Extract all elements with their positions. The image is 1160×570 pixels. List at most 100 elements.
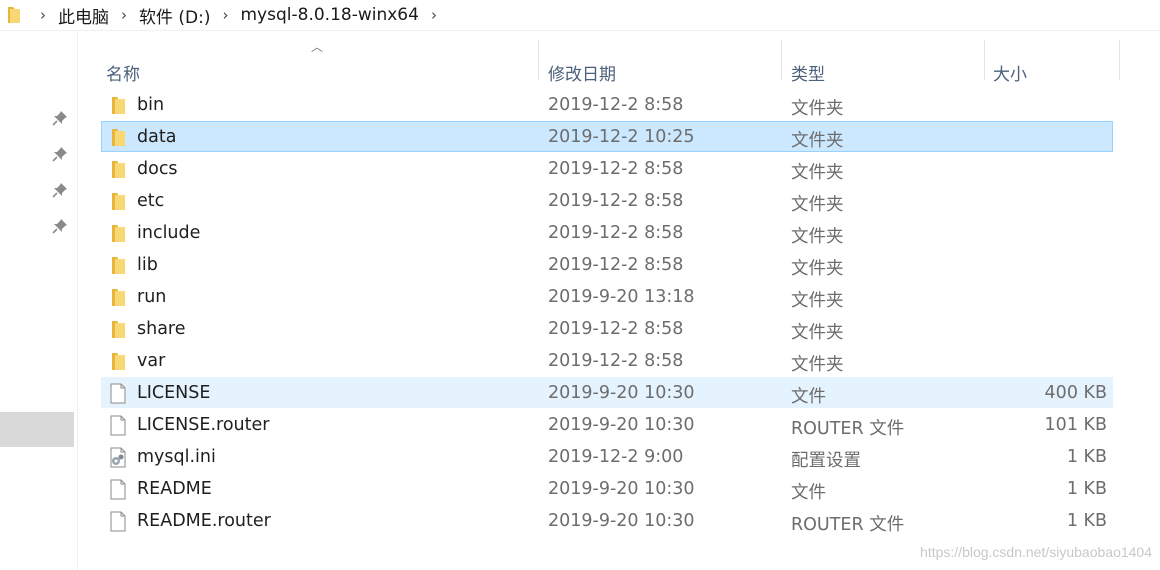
file-name: LICENSE — [137, 383, 211, 403]
column-divider[interactable] — [1119, 40, 1120, 80]
file-date: 2019-12-2 8:58 — [548, 319, 684, 339]
file-date: 2019-12-2 10:25 — [548, 127, 695, 147]
folder-icon — [108, 159, 128, 180]
folder-icon — [108, 319, 128, 340]
folder-icon — [108, 223, 128, 244]
watermark: https://blog.csdn.net/siyubaobao1404 — [920, 544, 1152, 560]
chevron-right-icon[interactable]: › — [217, 6, 235, 24]
file-type: 配置设置 — [791, 451, 861, 471]
file-row[interactable]: include 2019-12-2 8:58 文件夹 — [101, 217, 1113, 248]
file-size: 1 KB — [1066, 511, 1107, 531]
file-date: 2019-12-2 8:58 — [548, 223, 684, 243]
column-divider[interactable] — [781, 40, 782, 80]
file-type: 文件夹 — [791, 291, 844, 311]
breadcrumb-item-drive-d[interactable]: 软件 (D:) — [137, 3, 213, 28]
folder-icon — [108, 351, 128, 372]
file-date: 2019-9-20 10:30 — [548, 479, 695, 499]
file-date: 2019-12-2 8:58 — [548, 351, 684, 371]
file-date: 2019-12-2 8:58 — [548, 191, 684, 211]
file-type: 文件 — [791, 387, 826, 407]
file-type: 文件夹 — [791, 99, 844, 119]
pin-icon[interactable] — [52, 218, 68, 234]
file-row[interactable]: lib 2019-12-2 8:58 文件夹 — [101, 249, 1113, 280]
column-header-size[interactable]: 大小 — [993, 60, 1027, 85]
file-name: LICENSE.router — [137, 415, 270, 435]
file-date: 2019-9-20 10:30 — [548, 415, 695, 435]
chevron-right-icon[interactable]: › — [115, 6, 133, 24]
folder-icon — [108, 95, 128, 116]
file-row[interactable]: mysql.ini 2019-12-2 9:00 配置设置 1 KB — [101, 441, 1113, 472]
column-header-name[interactable]: 名称 — [106, 60, 140, 85]
file-row[interactable]: share 2019-12-2 8:58 文件夹 — [101, 313, 1113, 344]
column-header-date[interactable]: 修改日期 — [548, 60, 616, 85]
file-name: README — [137, 479, 212, 499]
file-date: 2019-12-2 8:58 — [548, 159, 684, 179]
file-name: docs — [137, 159, 178, 179]
file-name: mysql.ini — [137, 447, 216, 467]
file-date: 2019-9-20 10:30 — [548, 383, 695, 403]
file-date: 2019-9-20 10:30 — [548, 511, 695, 531]
file-size: 1 KB — [1066, 479, 1107, 499]
breadcrumb-item-this-pc[interactable]: 此电脑 — [56, 3, 111, 28]
file-name: share — [137, 319, 186, 339]
file-row[interactable]: data 2019-12-2 10:25 文件夹 — [101, 121, 1113, 152]
file-row[interactable]: bin 2019-12-2 8:58 文件夹 — [101, 89, 1113, 120]
file-date: 2019-12-2 9:00 — [548, 447, 684, 467]
file-row[interactable]: LICENSE 2019-9-20 10:30 文件 400 KB — [101, 377, 1113, 408]
file-type: 文件夹 — [791, 227, 844, 247]
file-icon — [108, 383, 128, 404]
file-row[interactable]: README 2019-9-20 10:30 文件 1 KB — [101, 473, 1113, 504]
folder-icon — [108, 255, 128, 276]
file-date: 2019-12-2 8:58 — [548, 95, 684, 115]
file-name: run — [137, 287, 167, 307]
file-name: include — [137, 223, 201, 243]
chevron-right-icon[interactable]: › — [34, 6, 52, 24]
navigation-pane[interactable] — [0, 31, 78, 570]
breadcrumb: › 此电脑 › 软件 (D:) › mysql-8.0.18-winx64 › — [0, 0, 1160, 30]
breadcrumb-item-mysql-folder[interactable]: mysql-8.0.18-winx64 — [239, 5, 421, 25]
file-row[interactable]: var 2019-12-2 8:58 文件夹 — [101, 345, 1113, 376]
nav-item-selected[interactable] — [0, 412, 74, 447]
file-row[interactable]: docs 2019-12-2 8:58 文件夹 — [101, 153, 1113, 184]
file-name: bin — [137, 95, 165, 115]
pin-icon[interactable] — [52, 146, 68, 162]
file-name: var — [137, 351, 166, 371]
file-row[interactable]: run 2019-9-20 13:18 文件夹 — [101, 281, 1113, 312]
file-name: README.router — [137, 511, 271, 531]
pin-icon[interactable] — [52, 182, 68, 198]
file-name: etc — [137, 191, 165, 211]
column-divider[interactable] — [538, 40, 539, 80]
explorer-window: › 此电脑 › 软件 (D:) › mysql-8.0.18-winx64 › … — [0, 0, 1160, 570]
file-size: 101 KB — [1044, 415, 1107, 435]
file-name: lib — [137, 255, 158, 275]
chevron-right-icon[interactable]: › — [425, 6, 443, 24]
file-size: 400 KB — [1044, 383, 1107, 403]
column-divider[interactable] — [984, 40, 985, 80]
settings-file-icon — [108, 447, 128, 468]
file-type: ROUTER 文件 — [791, 515, 905, 535]
file-row[interactable]: LICENSE.router 2019-9-20 10:30 ROUTER 文件 10… — [101, 409, 1113, 440]
file-size: 1 KB — [1066, 447, 1107, 467]
file-icon — [108, 479, 128, 500]
file-type: 文件 — [791, 483, 826, 503]
file-type: 文件夹 — [791, 131, 844, 151]
file-name: data — [137, 127, 177, 147]
file-type: 文件夹 — [791, 323, 844, 343]
file-type: 文件夹 — [791, 195, 844, 215]
folder-icon[interactable] — [6, 5, 22, 25]
file-icon — [108, 511, 128, 532]
file-row[interactable]: etc 2019-12-2 8:58 文件夹 — [101, 185, 1113, 216]
pin-icon[interactable] — [52, 110, 68, 126]
file-type: 文件夹 — [791, 259, 844, 279]
file-date: 2019-9-20 13:18 — [548, 287, 695, 307]
file-icon — [108, 415, 128, 436]
file-type: 文件夹 — [791, 355, 844, 375]
file-row[interactable]: README.router 2019-9-20 10:30 ROUTER 文件 1 K… — [101, 505, 1113, 536]
file-type: 文件夹 — [791, 163, 844, 183]
file-date: 2019-12-2 8:58 — [548, 255, 684, 275]
folder-icon — [108, 127, 128, 148]
sort-ascending-icon: ︿ — [311, 40, 324, 54]
folder-icon — [108, 287, 128, 308]
folder-icon — [108, 191, 128, 212]
column-header-type[interactable]: 类型 — [791, 60, 825, 85]
